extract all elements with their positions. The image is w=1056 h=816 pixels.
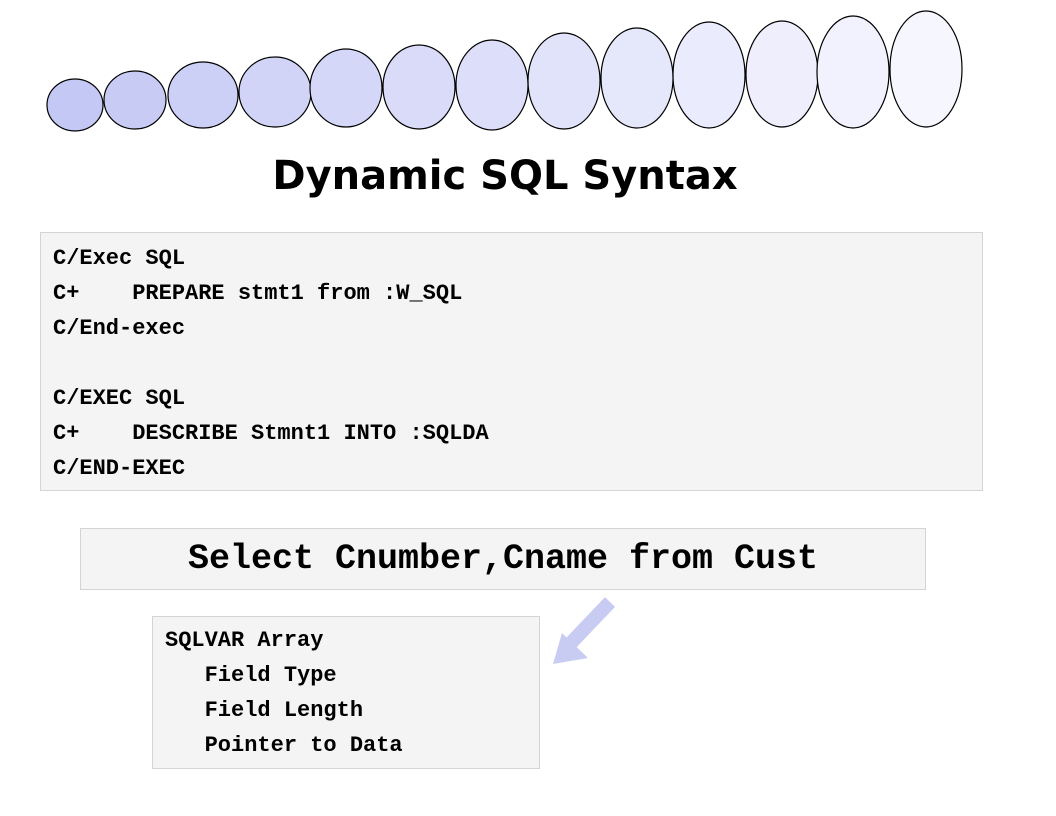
oval-decoration [46, 78, 104, 132]
oval-decoration [527, 32, 601, 130]
arrow-down-left-icon [553, 597, 616, 664]
sqlvar-box: SQLVAR Array Field Type Field Length Poi… [152, 616, 540, 769]
oval-decoration [309, 48, 383, 128]
oval-decoration [889, 10, 963, 128]
ovals-decoration-icon [46, 10, 963, 132]
oval-decoration [600, 27, 674, 129]
code-line: C/Exec SQL [53, 246, 186, 271]
sqlvar-line: Field Type [165, 663, 337, 688]
sqlvar-line: SQLVAR Array [165, 628, 324, 653]
oval-decoration [672, 21, 746, 129]
code-block: C/Exec SQL C+ PREPARE stmt1 from :W_SQL … [40, 232, 983, 491]
oval-decoration [455, 39, 529, 131]
slide-title: Dynamic SQL Syntax [272, 153, 738, 199]
code-line: C+ DESCRIBE Stmnt1 INTO :SQLDA [53, 421, 489, 446]
oval-decoration [745, 20, 819, 128]
oval-decoration [167, 61, 239, 129]
oval-decoration [238, 56, 312, 128]
code-line: C/End-exec [53, 316, 186, 341]
code-line: C/END-EXEC [53, 456, 186, 481]
code-line: C+ PREPARE stmt1 from :W_SQL [53, 281, 463, 306]
sqlvar-line: Pointer to Data [165, 733, 403, 758]
sqlvar-line: Field Length [165, 698, 364, 723]
oval-decoration [103, 70, 167, 130]
query-box: Select Cnumber,Cname from Cust [80, 528, 926, 590]
oval-decoration [816, 15, 890, 129]
code-line: C/EXEC SQL [53, 386, 186, 411]
oval-decoration [382, 44, 456, 130]
